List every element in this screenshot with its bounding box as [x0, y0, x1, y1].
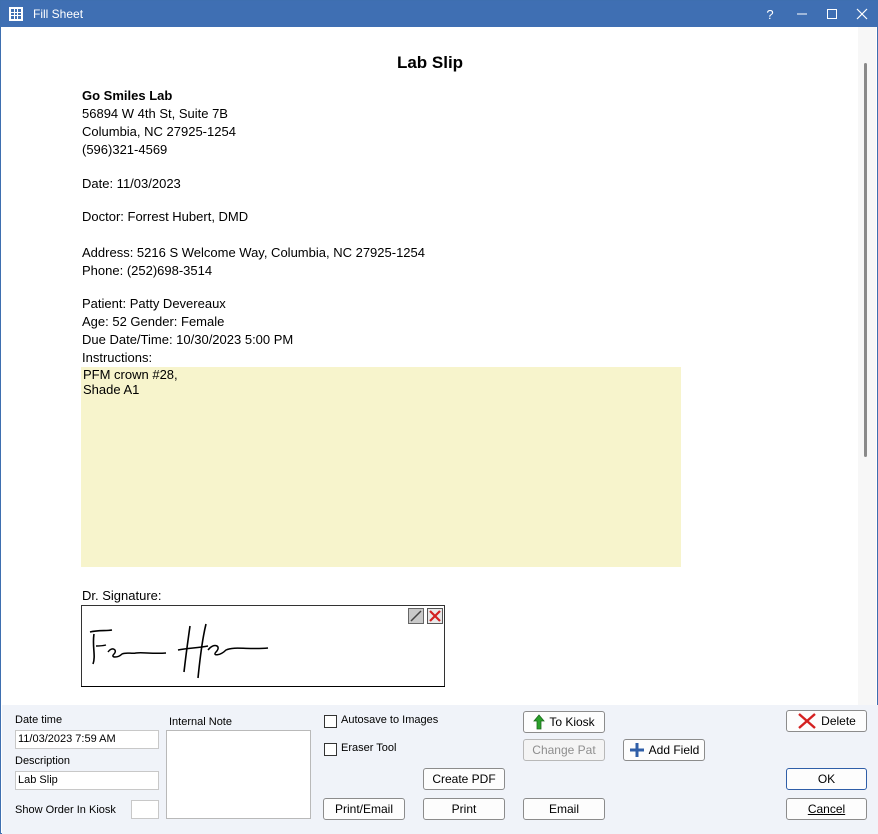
due-date-time: Due Date/Time: 10/30/2023 5:00 PM: [82, 332, 294, 347]
ok-button[interactable]: OK: [786, 768, 867, 790]
create-pdf-label: Create PDF: [432, 772, 496, 786]
sheet-canvas[interactable]: Lab Slip Go Smiles Lab 56894 W 4th St, S…: [2, 27, 858, 705]
create-pdf-button[interactable]: Create PDF: [423, 768, 505, 790]
maximize-button[interactable]: [816, 1, 848, 27]
doctor-name: Doctor: Forrest Hubert, DMD: [82, 209, 249, 224]
title-bar[interactable]: Fill Sheet ?: [1, 1, 877, 27]
instructions-line: PFM crown #28,: [83, 367, 178, 382]
sheet-date: Date: 11/03/2023: [82, 176, 181, 191]
ok-label: OK: [817, 772, 836, 786]
doctor-address: Address: 5216 S Welcome Way, Columbia, N…: [82, 245, 425, 260]
to-kiosk-label: To Kiosk: [549, 715, 595, 729]
signature-baseline: [81, 686, 445, 687]
sheet-title: Lab Slip: [396, 53, 464, 72]
print-label: Print: [451, 802, 477, 816]
print-email-label: Print/Email: [334, 802, 393, 816]
lab-address-line2: Columbia, NC 27925-1254: [82, 124, 236, 139]
add-field-button[interactable]: Add Field: [623, 739, 705, 761]
signature-label: Dr. Signature:: [82, 588, 162, 603]
up-arrow-icon: [533, 714, 546, 730]
vertical-scrollbar[interactable]: [858, 27, 876, 705]
change-pat-label: Change Pat: [532, 743, 596, 757]
fill-sheet-window: Fill Sheet ? Lab Slip Go Smiles Lab 5689…: [0, 0, 878, 834]
cancel-label: Cancel: [807, 802, 846, 816]
show-order-label: Show Order In Kiosk: [15, 804, 116, 816]
lab-address-line1: 56894 W 4th St, Suite 7B: [82, 106, 228, 121]
description-input[interactable]: Lab Slip: [15, 771, 159, 790]
signature-box[interactable]: [81, 605, 445, 687]
window-title: Fill Sheet: [33, 7, 84, 21]
instructions-field[interactable]: PFM crown #28, Shade A1: [81, 367, 681, 567]
date-time-input[interactable]: 11/03/2023 7:59 AM: [15, 730, 159, 749]
delete-button[interactable]: Delete: [786, 710, 867, 732]
bottom-panel: Date time 11/03/2023 7:59 AM Description…: [2, 705, 878, 834]
delete-x-icon: [798, 713, 816, 729]
signature-pen-button[interactable]: [408, 608, 424, 624]
email-button[interactable]: Email: [523, 798, 605, 820]
app-grid-icon: [9, 7, 23, 21]
minimize-button[interactable]: [786, 1, 818, 27]
print-button[interactable]: Print: [423, 798, 505, 820]
scrollbar-thumb[interactable]: [864, 63, 867, 457]
signature-clear-button[interactable]: [427, 608, 443, 624]
eraser-checkbox[interactable]: [324, 743, 337, 756]
pen-icon: [410, 610, 422, 622]
patient-name: Patient: Patty Devereaux: [82, 296, 226, 311]
lab-name: Go Smiles Lab: [82, 88, 173, 103]
delete-label: Delete: [821, 714, 856, 728]
to-kiosk-button[interactable]: To Kiosk: [523, 711, 605, 733]
internal-note-textarea[interactable]: [166, 730, 311, 819]
help-button[interactable]: ?: [754, 1, 786, 27]
instructions-line: Shade A1: [83, 382, 140, 397]
date-time-label: Date time: [15, 714, 63, 726]
signature-drawing: [89, 623, 269, 679]
plus-icon: [629, 743, 644, 757]
autosave-label: Autosave to Images: [341, 714, 439, 726]
eraser-label: Eraser Tool: [341, 742, 397, 754]
instructions-label: Instructions:: [82, 350, 153, 365]
autosave-checkbox[interactable]: [324, 715, 337, 728]
patient-age-gender: Age: 52 Gender: Female: [82, 314, 225, 329]
add-field-label: Add Field: [648, 743, 700, 757]
cancel-button[interactable]: Cancel: [786, 798, 867, 820]
change-pat-button[interactable]: Change Pat: [523, 739, 605, 761]
internal-note-label: Internal Note: [169, 716, 232, 728]
show-order-input[interactable]: [131, 800, 159, 819]
close-button[interactable]: [846, 1, 878, 27]
lab-phone: (596)321-4569: [82, 142, 168, 157]
doctor-phone: Phone: (252)698-3514: [82, 263, 213, 278]
minimize-icon: [797, 13, 807, 15]
close-icon: [856, 8, 868, 20]
email-label: Email: [548, 802, 579, 816]
maximize-icon: [827, 9, 837, 19]
clear-x-icon: [429, 610, 441, 622]
print-email-button[interactable]: Print/Email: [323, 798, 405, 820]
description-label: Description: [15, 755, 71, 767]
